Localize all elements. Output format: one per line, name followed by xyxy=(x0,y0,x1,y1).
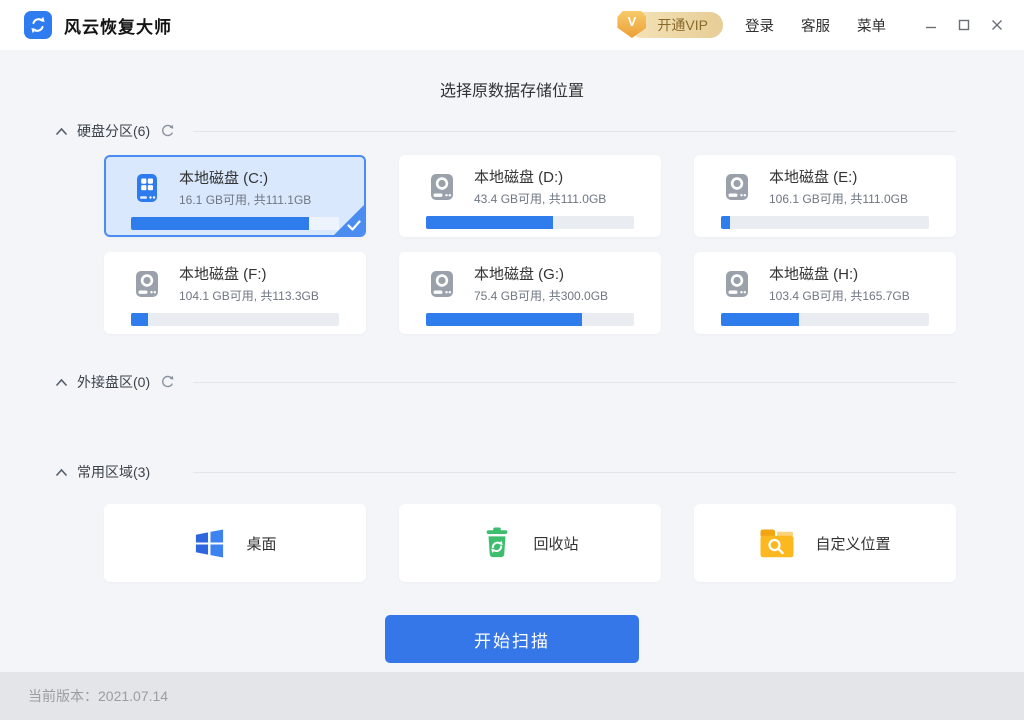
disk-detail: 104.1 GB可用, 共113.3GB xyxy=(179,287,319,304)
disk-name: 本地磁盘 (E:) xyxy=(769,166,908,187)
windows-desktop-icon xyxy=(193,527,226,560)
disk-usage-bar xyxy=(426,216,634,229)
maximize-icon xyxy=(958,19,970,31)
section-hard-disk-header: 硬盘分区(6) xyxy=(55,121,956,141)
app-window: 风云恢复大师 V 开通VIP 登录 客服 菜单 选择原数据存储位置 硬盘分区(6… xyxy=(0,0,1024,720)
section-external-label: 外接盘区(0) xyxy=(77,372,150,392)
disk-card-h[interactable]: 本地磁盘 (H:) 103.4 GB可用, 共165.7GB xyxy=(694,252,956,334)
vip-button[interactable]: V 开通VIP xyxy=(629,12,723,38)
disk-card-g[interactable]: 本地磁盘 (G:) 75.4 GB可用, 共300.0GB xyxy=(399,252,661,334)
disk-name: 本地磁盘 (G:) xyxy=(474,263,608,284)
disk-detail: 103.4 GB可用, 共165.7GB xyxy=(769,287,910,304)
disk-card-c[interactable]: 本地磁盘 (C:) 16.1 GB可用, 共111.1GB xyxy=(104,155,366,237)
main-content: 选择原数据存储位置 硬盘分区(6) xyxy=(0,50,1024,672)
custom-location-card[interactable]: 自定义位置 xyxy=(694,504,956,582)
disk-name: 本地磁盘 (H:) xyxy=(769,263,910,284)
disk-detail: 43.4 GB可用, 共111.0GB xyxy=(474,190,606,207)
disk-usage-bar xyxy=(131,313,339,326)
menu-link[interactable]: 菜单 xyxy=(857,15,886,36)
desktop-label: 桌面 xyxy=(246,533,276,554)
section-hard-disk-label: 硬盘分区(6) xyxy=(77,121,150,141)
disk-card-e[interactable]: 本地磁盘 (E:) 106.1 GB可用, 共111.0GB xyxy=(694,155,956,237)
login-link[interactable]: 登录 xyxy=(745,15,774,36)
recycle-bin-icon xyxy=(481,526,513,560)
section-common-header: 常用区域(3) xyxy=(55,462,956,482)
disk-drive-icon xyxy=(426,268,458,300)
refresh-hard-disk-button[interactable] xyxy=(160,124,175,139)
disk-name: 本地磁盘 (D:) xyxy=(474,166,606,187)
minimize-icon xyxy=(925,19,937,31)
disk-usage-bar xyxy=(131,217,339,230)
minimize-button[interactable] xyxy=(916,10,946,40)
check-icon xyxy=(347,220,361,231)
disk-detail: 16.1 GB可用, 共111.1GB xyxy=(179,191,311,208)
start-scan-button[interactable]: 开始扫描 xyxy=(385,615,639,663)
disk-name: 本地磁盘 (C:) xyxy=(179,167,311,188)
disk-usage-bar xyxy=(721,313,929,326)
app-logo-icon xyxy=(24,11,52,39)
titlebar: 风云恢复大师 V 开通VIP 登录 客服 菜单 xyxy=(0,0,1024,50)
disk-detail: 75.4 GB可用, 共300.0GB xyxy=(474,287,608,304)
refresh-external-button[interactable] xyxy=(160,375,175,390)
support-link[interactable]: 客服 xyxy=(801,15,830,36)
close-icon xyxy=(991,19,1003,31)
disk-grid: 本地磁盘 (C:) 16.1 GB可用, 共111.1GB xyxy=(104,155,1024,334)
disk-drive-icon xyxy=(131,172,163,204)
close-button[interactable] xyxy=(982,10,1012,40)
app-title: 风云恢复大师 xyxy=(64,13,172,38)
chevron-up-icon[interactable] xyxy=(55,468,68,477)
common-area-grid: 桌面 回收站 xyxy=(104,504,1024,582)
chevron-up-icon[interactable] xyxy=(55,127,68,136)
disk-drive-icon xyxy=(426,171,458,203)
folder-search-icon xyxy=(759,528,795,559)
disk-card-f[interactable]: 本地磁盘 (F:) 104.1 GB可用, 共113.3GB xyxy=(104,252,366,334)
desktop-card[interactable]: 桌面 xyxy=(104,504,366,582)
disk-drive-icon xyxy=(721,171,753,203)
recycle-bin-label: 回收站 xyxy=(533,533,578,554)
custom-location-label: 自定义位置 xyxy=(815,533,890,554)
disk-drive-icon xyxy=(131,268,163,300)
disk-card-d[interactable]: 本地磁盘 (D:) 43.4 GB可用, 共111.0GB xyxy=(399,155,661,237)
refresh-icon xyxy=(160,375,175,390)
disk-drive-icon xyxy=(721,268,753,300)
chevron-up-icon[interactable] xyxy=(55,378,68,387)
footer: 当前版本：2021.07.14 xyxy=(0,672,1024,720)
page-title: 选择原数据存储位置 xyxy=(0,50,1024,101)
maximize-button[interactable] xyxy=(949,10,979,40)
disk-usage-bar xyxy=(721,216,929,229)
section-external-header: 外接盘区(0) xyxy=(55,372,956,392)
section-common-label: 常用区域(3) xyxy=(77,462,150,482)
disk-detail: 106.1 GB可用, 共111.0GB xyxy=(769,190,908,207)
disk-name: 本地磁盘 (F:) xyxy=(179,263,319,284)
refresh-icon xyxy=(160,124,175,139)
recycle-bin-card[interactable]: 回收站 xyxy=(399,504,661,582)
disk-usage-bar xyxy=(426,313,634,326)
version-text: 当前版本：2021.07.14 xyxy=(28,686,168,706)
